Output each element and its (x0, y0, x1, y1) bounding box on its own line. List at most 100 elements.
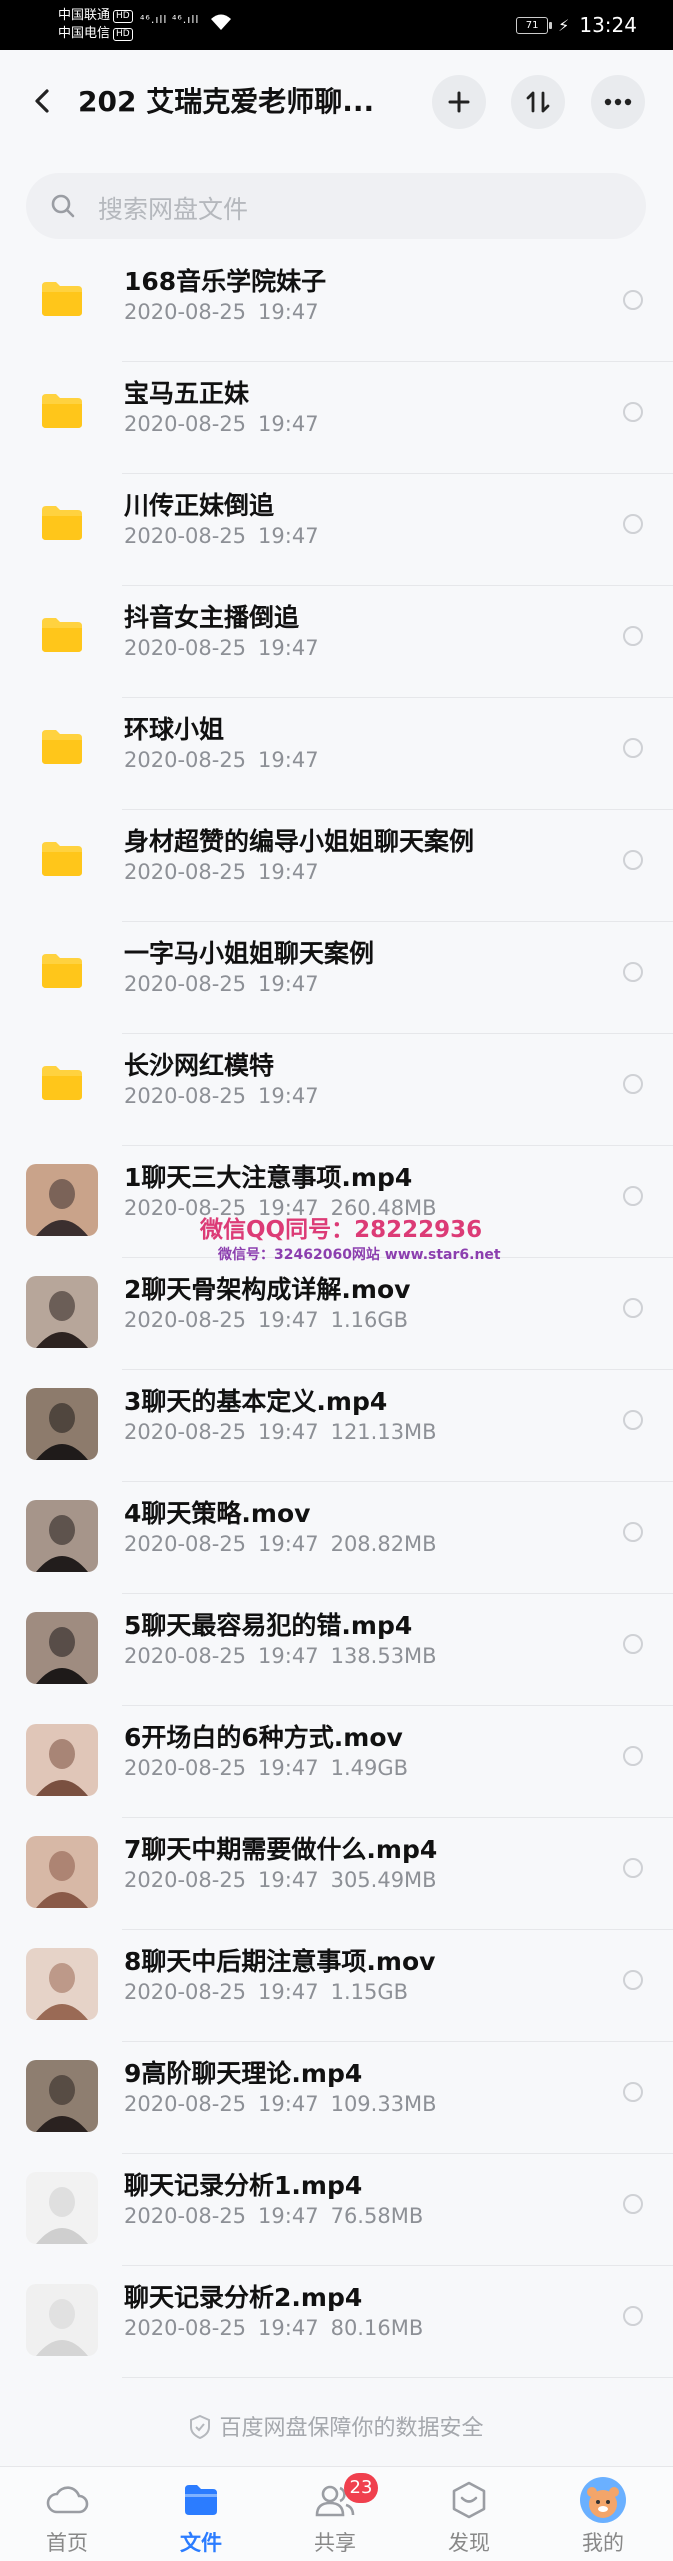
file-date: 2020-08-25 (124, 412, 247, 436)
select-radio[interactable] (623, 1634, 643, 1654)
video-thumbnail (26, 2284, 98, 2356)
sort-icon (526, 91, 550, 113)
security-note: 百度网盘保障你的数据安全 (0, 2410, 673, 2442)
file-name: 身材超赞的编导小姐姐聊天案例 (124, 827, 475, 856)
file-date: 2020-08-25 (124, 1980, 247, 2004)
select-radio[interactable] (623, 1858, 643, 1878)
file-meta: 2020-08-25 19:47 121.13MB (124, 1420, 437, 1444)
select-radio[interactable] (623, 2194, 643, 2214)
folder-icon (42, 506, 82, 540)
file-meta: 2020-08-25 19:47 (124, 636, 331, 660)
select-radio[interactable] (623, 1410, 643, 1430)
file-size: 208.82MB (330, 1532, 437, 1556)
file-row[interactable]: 4聊天策略.mov 2020-08-25 19:47 208.82MB (0, 1482, 673, 1594)
select-radio[interactable] (623, 1970, 643, 1990)
video-thumbnail (26, 1276, 98, 1348)
file-size: 109.33MB (330, 2092, 437, 2116)
tab-share[interactable]: 23 共享 (268, 2473, 402, 2557)
file-time: 19:47 (258, 1756, 319, 1780)
more-dots-icon (604, 98, 632, 106)
tab-label: 文件 (180, 2531, 222, 2555)
folder-row[interactable]: 环球小姐 2020-08-25 19:47 (0, 698, 673, 810)
tab-mine[interactable]: 我的 (536, 2477, 670, 2557)
search-input[interactable]: 搜索网盘文件 (26, 173, 646, 239)
select-radio[interactable] (623, 1074, 643, 1094)
watermark-line-1: 微信QQ同号：28222936 (200, 1217, 483, 1243)
file-meta: 2020-08-25 19:47 1.15GB (124, 1980, 408, 2004)
more-button[interactable] (591, 75, 645, 129)
file-time: 19:47 (258, 1308, 319, 1332)
file-meta: 2020-08-25 19:47 305.49MB (124, 1868, 437, 1892)
file-row[interactable]: 聊天记录分析2.mp4 2020-08-25 19:47 80.16MB (0, 2266, 673, 2378)
file-name: 一字马小姐姐聊天案例 (124, 939, 375, 968)
file-meta: 2020-08-25 19:47 138.53MB (124, 1644, 437, 1668)
file-name: 聊天记录分析2.mp4 (124, 2283, 363, 2312)
page-title: 202 艾瑞克爱老师聊... (78, 85, 375, 118)
file-meta: 2020-08-25 19:47 (124, 748, 331, 772)
select-radio[interactable] (623, 1522, 643, 1542)
tab-label: 首页 (46, 2531, 88, 2555)
file-row[interactable]: 3聊天的基本定义.mp4 2020-08-25 19:47 121.13MB (0, 1370, 673, 1482)
select-radio[interactable] (623, 1298, 643, 1318)
file-name: 环球小姐 (124, 715, 225, 744)
file-name: 长沙网红模特 (124, 1051, 275, 1080)
select-radio[interactable] (623, 2082, 643, 2102)
file-row[interactable]: 聊天记录分析1.mp4 2020-08-25 19:47 76.58MB (0, 2154, 673, 2266)
select-radio[interactable] (623, 962, 643, 982)
file-icon (185, 2485, 217, 2515)
plus-icon (448, 91, 470, 113)
folder-row[interactable]: 一字马小姐姐聊天案例 2020-08-25 19:47 (0, 922, 673, 1034)
file-row[interactable]: 2聊天骨架构成详解.mov 2020-08-25 19:47 1.16GB (0, 1258, 673, 1370)
file-row[interactable]: 7聊天中期需要做什么.mp4 2020-08-25 19:47 305.49MB (0, 1818, 673, 1930)
watermark-overlay: 微信QQ同号：28222936 微信号：32462060网站 www.star6… (200, 1210, 501, 1264)
select-radio[interactable] (623, 1186, 643, 1206)
folder-icon (42, 282, 82, 316)
file-row[interactable]: 5聊天最容易犯的错.mp4 2020-08-25 19:47 138.53MB (0, 1594, 673, 1706)
file-time: 19:47 (258, 748, 319, 772)
select-radio[interactable] (623, 290, 643, 310)
folder-row[interactable]: 抖音女主播倒追 2020-08-25 19:47 (0, 586, 673, 698)
tab-home[interactable]: 首页 (0, 2477, 134, 2557)
select-radio[interactable] (623, 2306, 643, 2326)
folder-row[interactable]: 身材超赞的编导小姐姐聊天案例 2020-08-25 19:47 (0, 810, 673, 922)
video-thumbnail (26, 1612, 98, 1684)
select-radio[interactable] (623, 738, 643, 758)
file-name: 抖音女主播倒追 (124, 603, 300, 632)
file-row[interactable]: 8聊天中后期注意事项.mov 2020-08-25 19:47 1.15GB (0, 1930, 673, 2042)
video-thumbnail (26, 1164, 98, 1236)
add-button[interactable] (432, 75, 486, 129)
select-radio[interactable] (623, 850, 643, 870)
sort-button[interactable] (511, 75, 565, 129)
tab-label: 发现 (448, 2531, 490, 2555)
file-meta: 2020-08-25 19:47 (124, 972, 331, 996)
select-radio[interactable] (623, 626, 643, 646)
file-date: 2020-08-25 (124, 1756, 247, 1780)
file-name: 7聊天中期需要做什么.mp4 (124, 1835, 438, 1864)
tab-files[interactable]: 文件 (134, 2477, 268, 2557)
folder-row[interactable]: 宝马五正妹 2020-08-25 19:47 (0, 362, 673, 474)
select-radio[interactable] (623, 514, 643, 534)
file-name: 1聊天三大注意事项.mp4 (124, 1163, 413, 1192)
signal-icon: ⁴⁶.ıll ⁴⁶.ıll (140, 13, 200, 26)
select-radio[interactable] (623, 1746, 643, 1766)
file-name: 聊天记录分析1.mp4 (124, 2171, 363, 2200)
select-radio[interactable] (623, 402, 643, 422)
file-size: 76.58MB (330, 2204, 424, 2228)
file-row[interactable]: 6开场白的6种方式.mov 2020-08-25 19:47 1.49GB (0, 1706, 673, 1818)
file-row[interactable]: 9高阶聊天理论.mp4 2020-08-25 19:47 109.33MB (0, 2042, 673, 2154)
video-thumbnail (26, 1724, 98, 1796)
file-time: 19:47 (258, 1980, 319, 2004)
folder-row[interactable]: 川传正妹倒追 2020-08-25 19:47 (0, 474, 673, 586)
folder-row[interactable]: 168音乐学院妹子 2020-08-25 19:47 (0, 250, 673, 362)
file-name: 4聊天策略.mov (124, 1499, 311, 1528)
back-button[interactable] (28, 86, 58, 116)
file-time: 19:47 (258, 2204, 319, 2228)
folder-icon (42, 1066, 82, 1100)
file-time: 19:47 (258, 1644, 319, 1668)
file-date: 2020-08-25 (124, 1084, 247, 1108)
file-time: 19:47 (258, 972, 319, 996)
file-time: 19:47 (258, 1420, 319, 1444)
tab-discover[interactable]: 发现 (402, 2477, 536, 2557)
file-name: 8聊天中后期注意事项.mov (124, 1947, 436, 1976)
folder-row[interactable]: 长沙网红模特 2020-08-25 19:47 (0, 1034, 673, 1146)
